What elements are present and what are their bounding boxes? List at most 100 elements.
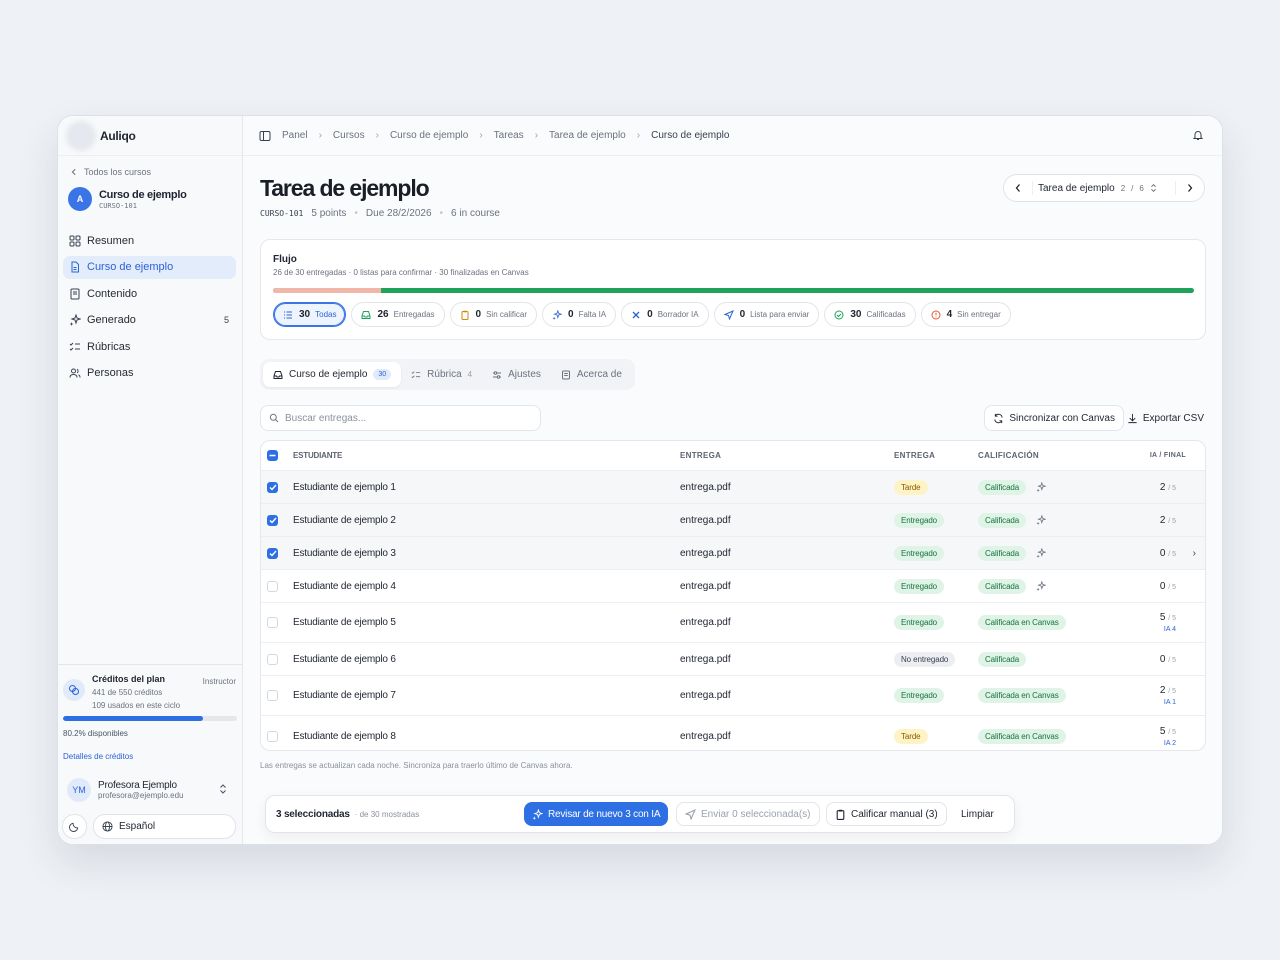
sidebar-item-generado[interactable]: Generado 5	[63, 309, 236, 332]
table-row[interactable]: Estudiante de ejemplo 7 entrega.pdf Entreg…	[261, 676, 1205, 716]
submission-file[interactable]: entrega.pdf	[680, 731, 894, 742]
sparkles-icon	[1036, 548, 1047, 558]
table-header: ESTUDIANTE ENTREGA ENTREGA CALIFICACIÓN …	[261, 441, 1205, 471]
breadcrumb-item[interactable]: Cursos	[333, 130, 365, 141]
credits-progress	[63, 716, 237, 721]
submission-file[interactable]: entrega.pdf	[680, 690, 894, 701]
submission-file[interactable]: entrega.pdf	[680, 617, 894, 628]
user-menu[interactable]: YM Profesora Ejemplo profesora@ejemplo.e…	[67, 778, 237, 802]
send-selected-button[interactable]: Enviar 0 seleccionada(s)	[676, 802, 820, 826]
export-csv-button[interactable]: Exportar CSV	[1121, 405, 1210, 431]
row-checkbox[interactable]	[267, 547, 278, 559]
breadcrumb-item[interactable]: Tarea de ejemplo	[549, 130, 626, 141]
filter-chip-sin-calificar[interactable]: 0 Sin calificar	[449, 302, 537, 327]
row-checkbox[interactable]	[267, 514, 278, 526]
tab-rubric[interactable]: Rúbrica 4	[401, 362, 482, 387]
student-name[interactable]: Estudiante de ejemplo 7	[293, 690, 680, 701]
student-name[interactable]: Estudiante de ejemplo 4	[293, 581, 680, 592]
sidebar-item-curso[interactable]: Curso de ejemplo	[63, 255, 236, 279]
student-name[interactable]: Estudiante de ejemplo 1	[293, 482, 680, 493]
bell-icon[interactable]	[1192, 129, 1204, 141]
chip-count: 26	[377, 309, 389, 320]
breadcrumb-item[interactable]: Curso de ejemplo	[390, 130, 468, 141]
sidebar-item-contenido[interactable]: Contenido	[63, 282, 236, 305]
prev-assignment-button[interactable]	[1004, 183, 1032, 193]
brand[interactable]: Auliqo	[58, 116, 242, 156]
status-badge: Entregado	[894, 615, 945, 630]
student-name[interactable]: Estudiante de ejemplo 2	[293, 515, 680, 526]
sync-canvas-button[interactable]: Sincronizar con Canvas	[984, 405, 1124, 431]
filter-chip-entregadas[interactable]: 26 Entregadas	[351, 302, 445, 327]
clear-selection-button[interactable]: Limpiar	[952, 802, 1003, 826]
submission-file[interactable]: entrega.pdf	[680, 482, 894, 493]
table-row[interactable]: Estudiante de ejemplo 8 entrega.pdf Tarde C…	[261, 716, 1205, 750]
filter-chip-falta-ia[interactable]: 0 Falta IA	[542, 302, 617, 327]
breadcrumb-item[interactable]: Panel	[282, 130, 308, 141]
row-checkbox[interactable]	[267, 617, 278, 628]
filter-chip-todas[interactable]: 30 Todas	[273, 302, 347, 327]
avatar: YM	[67, 778, 91, 802]
row-checkbox[interactable]	[267, 690, 278, 701]
row-checkbox[interactable]	[267, 653, 278, 665]
student-name[interactable]: Estudiante de ejemplo 8	[293, 731, 680, 742]
theme-toggle-button[interactable]	[62, 814, 87, 839]
column-header[interactable]: CALIFICACIÓN	[978, 451, 1098, 460]
credits-details-link[interactable]: Detalles de créditos	[63, 752, 237, 761]
credits-panel: Créditos del plan 441 de 550 créditos 10…	[58, 664, 242, 802]
filter-chip-borrador-ia[interactable]: 0 Borrador IA	[621, 302, 709, 327]
sidebar-item-resumen[interactable]: Resumen	[63, 229, 236, 252]
table-row[interactable]: Estudiante de ejemplo 6 entrega.pdf No ent…	[261, 643, 1205, 676]
sidebar-toggle-icon[interactable]	[259, 130, 271, 142]
filter-chip-lista-enviar[interactable]: 0 Lista para enviar	[713, 302, 820, 327]
breadcrumb-item[interactable]: Tareas	[494, 130, 524, 141]
status-badge: Entregado	[894, 578, 945, 594]
table-row[interactable]: Estudiante de ejemplo 4 entrega.pdf Entreg…	[261, 570, 1205, 603]
submission-file[interactable]: entrega.pdf	[680, 581, 894, 592]
table-row[interactable]: Estudiante de ejemplo 2 entrega.pdf Entreg…	[261, 504, 1205, 537]
next-assignment-button[interactable]	[1176, 183, 1204, 193]
score-max: / 5	[1168, 583, 1176, 591]
sidebar-item-label: Personas	[87, 367, 134, 379]
table-row[interactable]: Estudiante de ejemplo 5 entrega.pdf Entreg…	[261, 603, 1205, 643]
submission-file[interactable]: entrega.pdf	[680, 515, 894, 526]
chevron-right-icon[interactable]: ›	[1193, 548, 1196, 559]
column-header[interactable]: ENTREGA	[680, 451, 894, 460]
bulk-action-bar: 3 seleccionadas · de 30 mostradas Revisa…	[265, 795, 1015, 833]
student-name[interactable]: Estudiante de ejemplo 3	[293, 548, 680, 559]
assignment-course-count: 6 in course	[451, 208, 500, 219]
pager-separator: /	[1131, 183, 1134, 193]
tab-about[interactable]: Acerca de	[551, 362, 632, 387]
assignment-code: CURSO-101	[260, 209, 304, 218]
row-checkbox[interactable]	[267, 580, 278, 592]
status-badge: Tarde	[894, 728, 928, 744]
sidebar-item-rubricas[interactable]: Rúbricas	[63, 335, 236, 358]
submission-file[interactable]: entrega.pdf	[680, 654, 894, 665]
student-name[interactable]: Estudiante de ejemplo 5	[293, 617, 680, 628]
select-all-checkbox[interactable]	[267, 450, 278, 461]
language-button[interactable]: Español	[93, 814, 236, 839]
send-icon	[723, 309, 734, 320]
column-header[interactable]: ENTREGA	[894, 451, 978, 460]
tab-badge: 30	[373, 369, 392, 380]
search-input[interactable]	[285, 412, 515, 424]
manual-grade-button[interactable]: Calificar manual (3)	[826, 802, 947, 826]
filter-chip-calificadas[interactable]: 30 Calificadas	[824, 302, 916, 327]
tab-settings[interactable]: Ajustes	[482, 362, 551, 387]
ai-review-button[interactable]: Revisar de nuevo 3 con IA	[524, 802, 669, 826]
row-checkbox[interactable]	[267, 730, 278, 742]
table-row[interactable]: Estudiante de ejemplo 3 entrega.pdf Entreg…	[261, 537, 1205, 570]
moon-icon	[69, 822, 79, 832]
sidebar-item-label: Curso de ejemplo	[87, 261, 174, 273]
column-header[interactable]: IA / FINAL	[1150, 452, 1186, 459]
filter-chip-sin-entregar[interactable]: 4 Sin entregar	[920, 302, 1011, 327]
submission-file[interactable]: entrega.pdf	[680, 548, 894, 559]
assignment-select[interactable]: Tarea de ejemplo 2 / 6	[1032, 181, 1176, 195]
student-name[interactable]: Estudiante de ejemplo 6	[293, 654, 680, 665]
row-checkbox[interactable]	[267, 481, 278, 493]
tab-submissions[interactable]: Curso de ejemplo 30	[263, 362, 402, 387]
table-row[interactable]: Estudiante de ejemplo 1 entrega.pdf Tarde C…	[261, 471, 1205, 504]
back-to-courses-link[interactable]: Todos los cursos	[58, 156, 242, 177]
sidebar-item-personas[interactable]: Personas	[63, 362, 236, 385]
column-header[interactable]: ESTUDIANTE	[293, 451, 680, 460]
flow-progress-bar	[273, 288, 1194, 293]
